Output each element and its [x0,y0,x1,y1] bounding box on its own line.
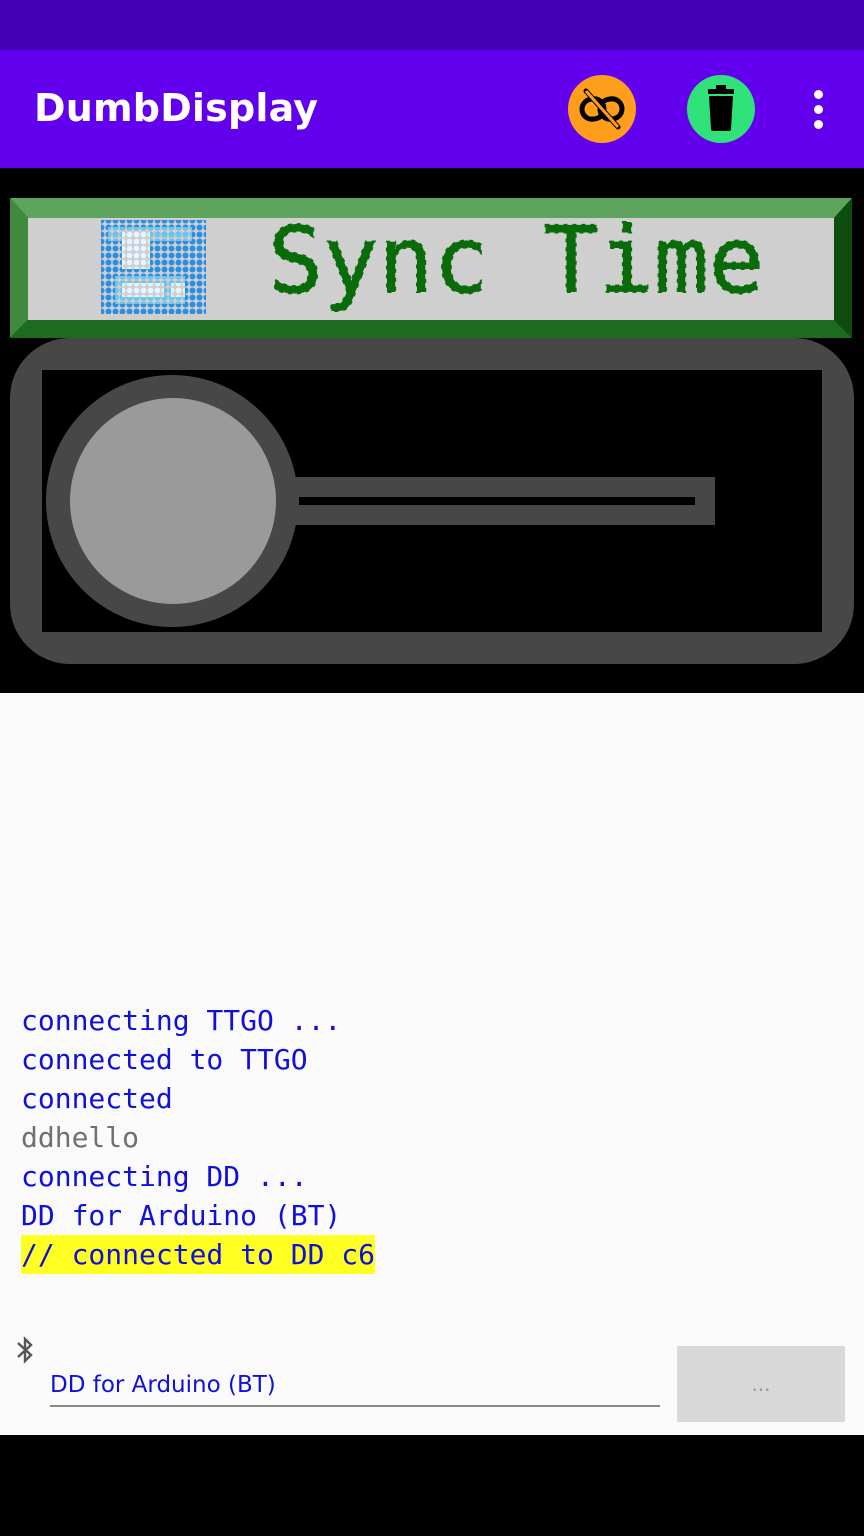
floppy-disk-icon [101,220,206,314]
overflow-menu-button[interactable] [796,75,840,143]
more-vert-dot [813,104,823,114]
log-line-highlighted: // connected to DD c6 [21,1235,376,1274]
navigation-bar [0,1435,864,1536]
log-line: DD for Arduino (BT) [21,1199,342,1232]
display-svg: Sync Time [10,198,854,664]
log-line: connecting TTGO ... [21,1004,342,1037]
disconnect-button[interactable] [568,75,636,143]
slider[interactable] [10,338,854,664]
bluetooth-icon [17,1336,33,1364]
trash-icon [708,85,734,131]
log-pane: connecting TTGO ... connected to TTGO co… [0,693,864,1435]
clear-button[interactable] [687,75,755,143]
log-line: ddhello [21,1121,140,1154]
log-output: connecting TTGO ... connected to TTGO co… [21,1001,376,1274]
more-vert-icon [813,89,823,99]
lcd-banner-text: Sync Time [268,207,764,314]
link-off-icon [579,88,625,130]
device-name-field[interactable] [50,1365,660,1407]
slider-track-groove [299,497,695,505]
app-bar: DumbDisplay [0,50,864,168]
log-line: connected to TTGO [21,1043,308,1076]
log-line: connected [21,1082,173,1115]
lcd-banner[interactable]: Sync Time [10,198,852,338]
log-line: connecting DD ... [21,1160,308,1193]
more-vert-dot [813,119,823,129]
device-select-button[interactable]: ... [677,1346,845,1422]
status-bar [0,0,864,50]
display-canvas[interactable]: Sync Time [0,168,864,693]
app-title: DumbDisplay [34,86,319,130]
slider-knob[interactable] [70,398,276,604]
